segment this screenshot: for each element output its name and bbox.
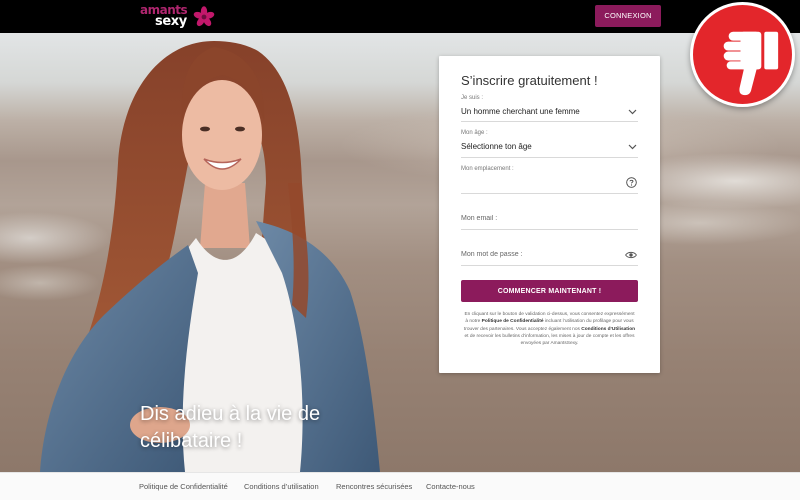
- hero-tagline-line1: Dis adieu à la vie de: [140, 403, 321, 425]
- woman-face: [182, 80, 262, 190]
- login-button[interactable]: CONNEXION: [595, 5, 661, 27]
- email-field: [461, 206, 638, 230]
- footer-link-terms[interactable]: Conditions d’utilisation: [244, 482, 319, 492]
- logo-text-line2: sexy: [155, 14, 187, 29]
- terms-link[interactable]: Conditions d’Utilisation: [581, 327, 635, 332]
- chevron-down-icon: [628, 144, 637, 150]
- chevron-down-icon: [628, 109, 637, 115]
- legal-notice: En cliquant sur le bouton de validation …: [463, 311, 636, 347]
- password-input[interactable]: [461, 248, 621, 262]
- thumbs-down-icon: [723, 31, 779, 96]
- eye-icon[interactable]: [625, 251, 637, 259]
- gender-label: Je suis :: [461, 95, 484, 101]
- footer-link-secure-dating[interactable]: Rencontres sécurisées: [336, 482, 412, 492]
- email-input[interactable]: [461, 212, 621, 226]
- woman-neck: [200, 183, 250, 248]
- question-circle-icon[interactable]: [626, 177, 637, 188]
- site-logo[interactable]: amants sexy: [139, 2, 217, 31]
- password-field: [461, 242, 638, 266]
- signup-form: S’inscrire gratuitement ! Je suis : Un h…: [439, 56, 660, 373]
- top-bar: amants sexy CONNEXION: [0, 0, 800, 33]
- legal-text-3: et de recevoir les bulletins d’informati…: [464, 333, 635, 347]
- thumbs-down-badge: [690, 2, 795, 107]
- location-field: Mon emplacement :: [461, 164, 638, 194]
- hero-tagline: Dis adieu à la vie de célibataire !: [140, 401, 320, 455]
- start-now-button[interactable]: COMMENCER MAINTENANT !: [461, 280, 638, 302]
- age-value: Sélectionne ton âge: [461, 142, 532, 151]
- gender-select[interactable]: Je suis : Un homme cherchant une femme: [461, 93, 638, 122]
- hero-section: Dis adieu à la vie de célibataire !: [0, 33, 800, 472]
- gender-value: Un homme cherchant une femme: [461, 107, 580, 116]
- signup-title: S’inscrire gratuitement !: [461, 73, 598, 88]
- footer: Politique de Confidentialité Conditions …: [0, 472, 800, 500]
- footer-link-contact[interactable]: Contacte-nous: [426, 482, 475, 492]
- age-select[interactable]: Mon âge : Sélectionne ton âge: [461, 128, 638, 158]
- hero-tagline-line2: célibataire !: [140, 430, 243, 452]
- footer-link-privacy[interactable]: Politique de Confidentialité: [139, 482, 228, 492]
- privacy-policy-link[interactable]: Politique de Confidentialité: [482, 319, 544, 324]
- flower-icon: [193, 6, 215, 27]
- location-input[interactable]: [461, 178, 621, 192]
- age-label: Mon âge :: [461, 130, 488, 136]
- location-label: Mon emplacement :: [461, 166, 514, 172]
